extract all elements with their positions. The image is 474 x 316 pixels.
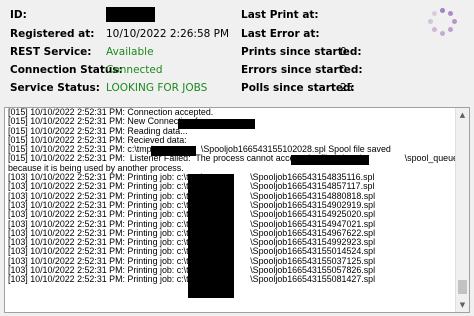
id-label: ID: — [10, 9, 27, 21]
registered-value: 10/10/2022 2:26:58 PM — [106, 28, 230, 40]
errors-since-started-value: 0 — [340, 64, 347, 76]
service-status-value: LOOKING FOR JOBS — [106, 82, 208, 94]
last-print-label: Last Print at: — [241, 9, 319, 21]
registered-label: Registered at: — [10, 28, 95, 40]
id-value-redacted — [106, 7, 155, 22]
polls-since-started-value: 25 — [340, 82, 354, 94]
scroll-down-arrow-icon[interactable]: ▼ — [456, 298, 469, 312]
rest-service-label: REST Service: — [10, 46, 92, 58]
log-scrollbar[interactable]: ▲ ▼ — [455, 108, 469, 312]
redacted-host — [178, 119, 255, 129]
status-panel: ID: Registered at: 10/10/2022 2:26:58 PM… — [0, 0, 474, 104]
rest-service-value: Available — [106, 46, 154, 58]
polls-since-started-label: Polls since started: — [241, 82, 355, 94]
loading-spinner-icon — [428, 8, 458, 38]
connection-status-value: Connected — [106, 64, 163, 76]
last-error-label: Last Error at: — [241, 28, 320, 40]
log-textbox[interactable]: [015] 10/10/2022 2:52:31 PM: Connection … — [4, 107, 470, 313]
service-status-label: Service Status: — [10, 82, 100, 94]
redacted-path-column — [188, 174, 234, 298]
redacted-path — [151, 146, 196, 156]
redacted-path — [291, 155, 369, 165]
scroll-thumb[interactable] — [458, 280, 467, 294]
prints-since-started-value: 0 — [340, 46, 347, 58]
scroll-up-arrow-icon[interactable]: ▲ — [456, 108, 469, 122]
